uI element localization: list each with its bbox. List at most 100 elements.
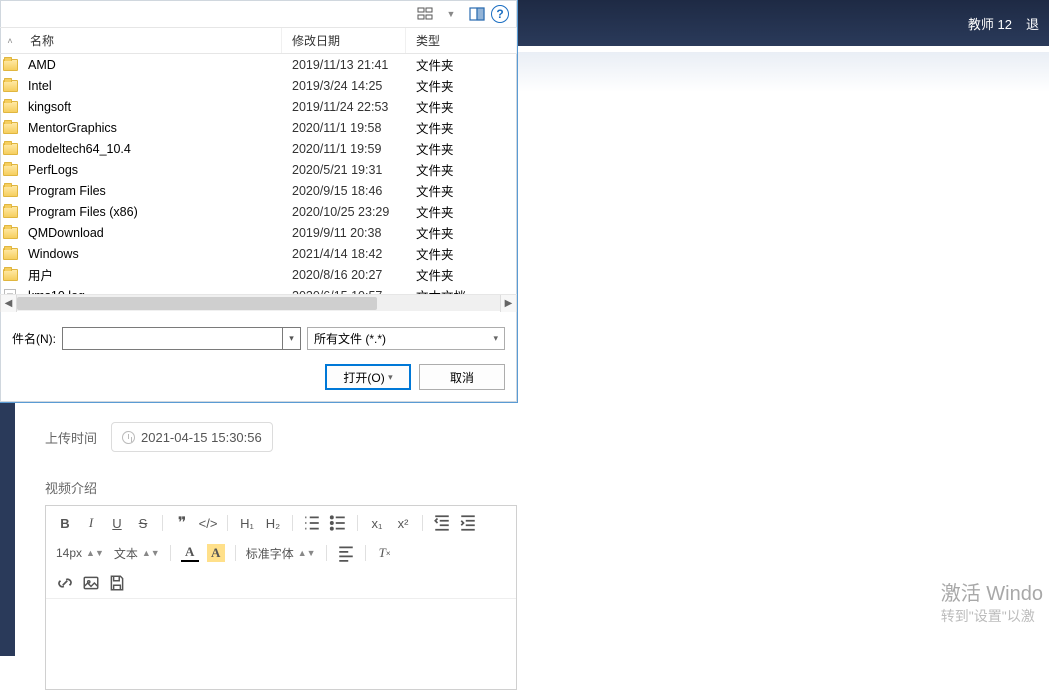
logout-link[interactable]: 退 [1026, 14, 1039, 33]
folder-icon [0, 164, 20, 176]
folder-icon [0, 269, 20, 281]
file-row[interactable]: Windows2021/4/14 18:42文件夹 [0, 243, 517, 264]
font-size-select[interactable]: 14px▲▼ [56, 546, 104, 560]
divider [292, 515, 293, 531]
view-dropdown-icon[interactable]: ▼ [439, 3, 463, 25]
file-type: 文件夹 [406, 76, 517, 95]
folder-icon [0, 185, 20, 197]
file-row[interactable]: Intel2019/3/24 14:25文件夹 [0, 75, 517, 96]
std-font-select[interactable]: 标准字体▲▼ [246, 545, 316, 562]
file-type: 文本文档 [406, 286, 517, 294]
subscript-icon[interactable]: x₁ [368, 514, 386, 532]
video-desc-label: 视频介绍 [45, 478, 97, 497]
filename-label: 件名(N): [12, 330, 56, 347]
view-mode-icon[interactable] [413, 3, 437, 25]
file-name: kms10.log [20, 289, 282, 295]
horizontal-scrollbar[interactable]: ◀ ▶ [0, 294, 517, 311]
file-type-filter[interactable]: 所有文件 (*.*) ▾ [307, 327, 505, 350]
user-label[interactable]: 教师 12 [968, 14, 1012, 33]
rich-text-editor: B I U S ❞ </> H₁ H₂ [45, 505, 517, 690]
divider [162, 515, 163, 531]
file-name: MentorGraphics [20, 121, 282, 135]
scroll-thumb[interactable] [17, 297, 377, 310]
file-date: 2021/4/14 18:42 [282, 247, 406, 261]
col-name[interactable]: 名称 [20, 28, 282, 53]
windows-activation-watermark: 激活 Windo 转到"设置"以激 [941, 577, 1043, 626]
preview-pane-icon[interactable] [465, 3, 489, 25]
file-date: 2020/5/21 19:31 [282, 163, 406, 177]
file-date: 2019/3/24 14:25 [282, 79, 406, 93]
clear-format-icon[interactable]: T× [376, 544, 394, 562]
file-row[interactable]: kms10.log2020/6/15 10:57文本文档 [0, 285, 517, 294]
divider [422, 515, 423, 531]
file-name: modeltech64_10.4 [20, 142, 282, 156]
italic-icon[interactable]: I [82, 514, 100, 532]
filename-input[interactable] [62, 327, 283, 350]
quote-icon[interactable]: ❞ [173, 514, 191, 532]
help-icon[interactable]: ? [491, 5, 509, 23]
file-name: 用户 [20, 265, 282, 284]
file-date: 2019/11/24 22:53 [282, 100, 406, 114]
highlight-icon[interactable]: A [207, 544, 225, 562]
bold-icon[interactable]: B [56, 514, 74, 532]
outdent-icon[interactable] [433, 514, 451, 532]
indent-icon[interactable] [459, 514, 477, 532]
open-button[interactable]: 打开(O) ▾ [325, 364, 411, 390]
ol-icon[interactable] [303, 514, 321, 532]
folder-icon [0, 80, 20, 92]
file-date: 2019/9/11 20:38 [282, 226, 406, 240]
h1-icon[interactable]: H₁ [238, 514, 256, 532]
filename-history-dropdown[interactable]: ▾ [283, 327, 301, 350]
divider [365, 545, 366, 561]
image-icon[interactable] [82, 574, 100, 592]
save-icon[interactable] [108, 574, 126, 592]
file-row[interactable]: Program Files (x86)2020/10/25 23:29文件夹 [0, 201, 517, 222]
file-type: 文件夹 [406, 265, 517, 284]
file-date: 2020/11/1 19:58 [282, 121, 406, 135]
file-row[interactable]: modeltech64_10.42020/11/1 19:59文件夹 [0, 138, 517, 159]
file-row[interactable]: Program Files2020/9/15 18:46文件夹 [0, 180, 517, 201]
upload-time-input[interactable]: 2021-04-15 15:30:56 [111, 422, 273, 452]
folder-icon [0, 248, 20, 260]
file-row[interactable]: 用户2020/8/16 20:27文件夹 [0, 264, 517, 285]
strike-icon[interactable]: S [134, 514, 152, 532]
divider [326, 545, 327, 561]
font-color-icon[interactable]: A [181, 544, 199, 562]
file-name: PerfLogs [20, 163, 282, 177]
column-headers: ˄ 名称 修改日期 类型 [0, 28, 517, 54]
sort-indicator-icon: ˄ [0, 36, 20, 46]
file-row[interactable]: PerfLogs2020/5/21 19:31文件夹 [0, 159, 517, 180]
ul-icon[interactable] [329, 514, 347, 532]
scroll-right-icon[interactable]: ▶ [500, 295, 517, 312]
underline-icon[interactable]: U [108, 514, 126, 532]
editor-textarea[interactable] [46, 599, 516, 689]
file-row[interactable]: QMDownload2019/9/11 20:38文件夹 [0, 222, 517, 243]
dialog-toolbar: ▼ ? [0, 0, 517, 28]
file-row[interactable]: AMD2019/11/13 21:41文件夹 [0, 54, 517, 75]
font-select[interactable]: 文本▲▼ [114, 545, 160, 562]
file-type: 文件夹 [406, 160, 517, 179]
file-icon [0, 289, 20, 295]
superscript-icon[interactable]: x² [394, 514, 412, 532]
code-icon[interactable]: </> [199, 514, 217, 532]
file-row[interactable]: kingsoft2019/11/24 22:53文件夹 [0, 96, 517, 117]
file-type: 文件夹 [406, 118, 517, 137]
folder-icon [0, 206, 20, 218]
file-date: 2020/8/16 20:27 [282, 268, 406, 282]
col-date[interactable]: 修改日期 [282, 28, 406, 53]
link-icon[interactable] [56, 574, 74, 592]
scroll-left-icon[interactable]: ◀ [0, 295, 17, 312]
file-type: 文件夹 [406, 181, 517, 200]
folder-icon [0, 59, 20, 71]
align-icon[interactable] [337, 544, 355, 562]
cancel-button[interactable]: 取消 [419, 364, 505, 390]
file-row[interactable]: MentorGraphics2020/11/1 19:58文件夹 [0, 117, 517, 138]
folder-icon [0, 227, 20, 239]
file-type: 文件夹 [406, 55, 517, 74]
col-type[interactable]: 类型 [406, 28, 517, 53]
file-type: 文件夹 [406, 244, 517, 263]
file-date: 2020/9/15 18:46 [282, 184, 406, 198]
file-name: Program Files (x86) [20, 205, 282, 219]
h2-icon[interactable]: H₂ [264, 514, 282, 532]
clock-icon [122, 431, 135, 444]
